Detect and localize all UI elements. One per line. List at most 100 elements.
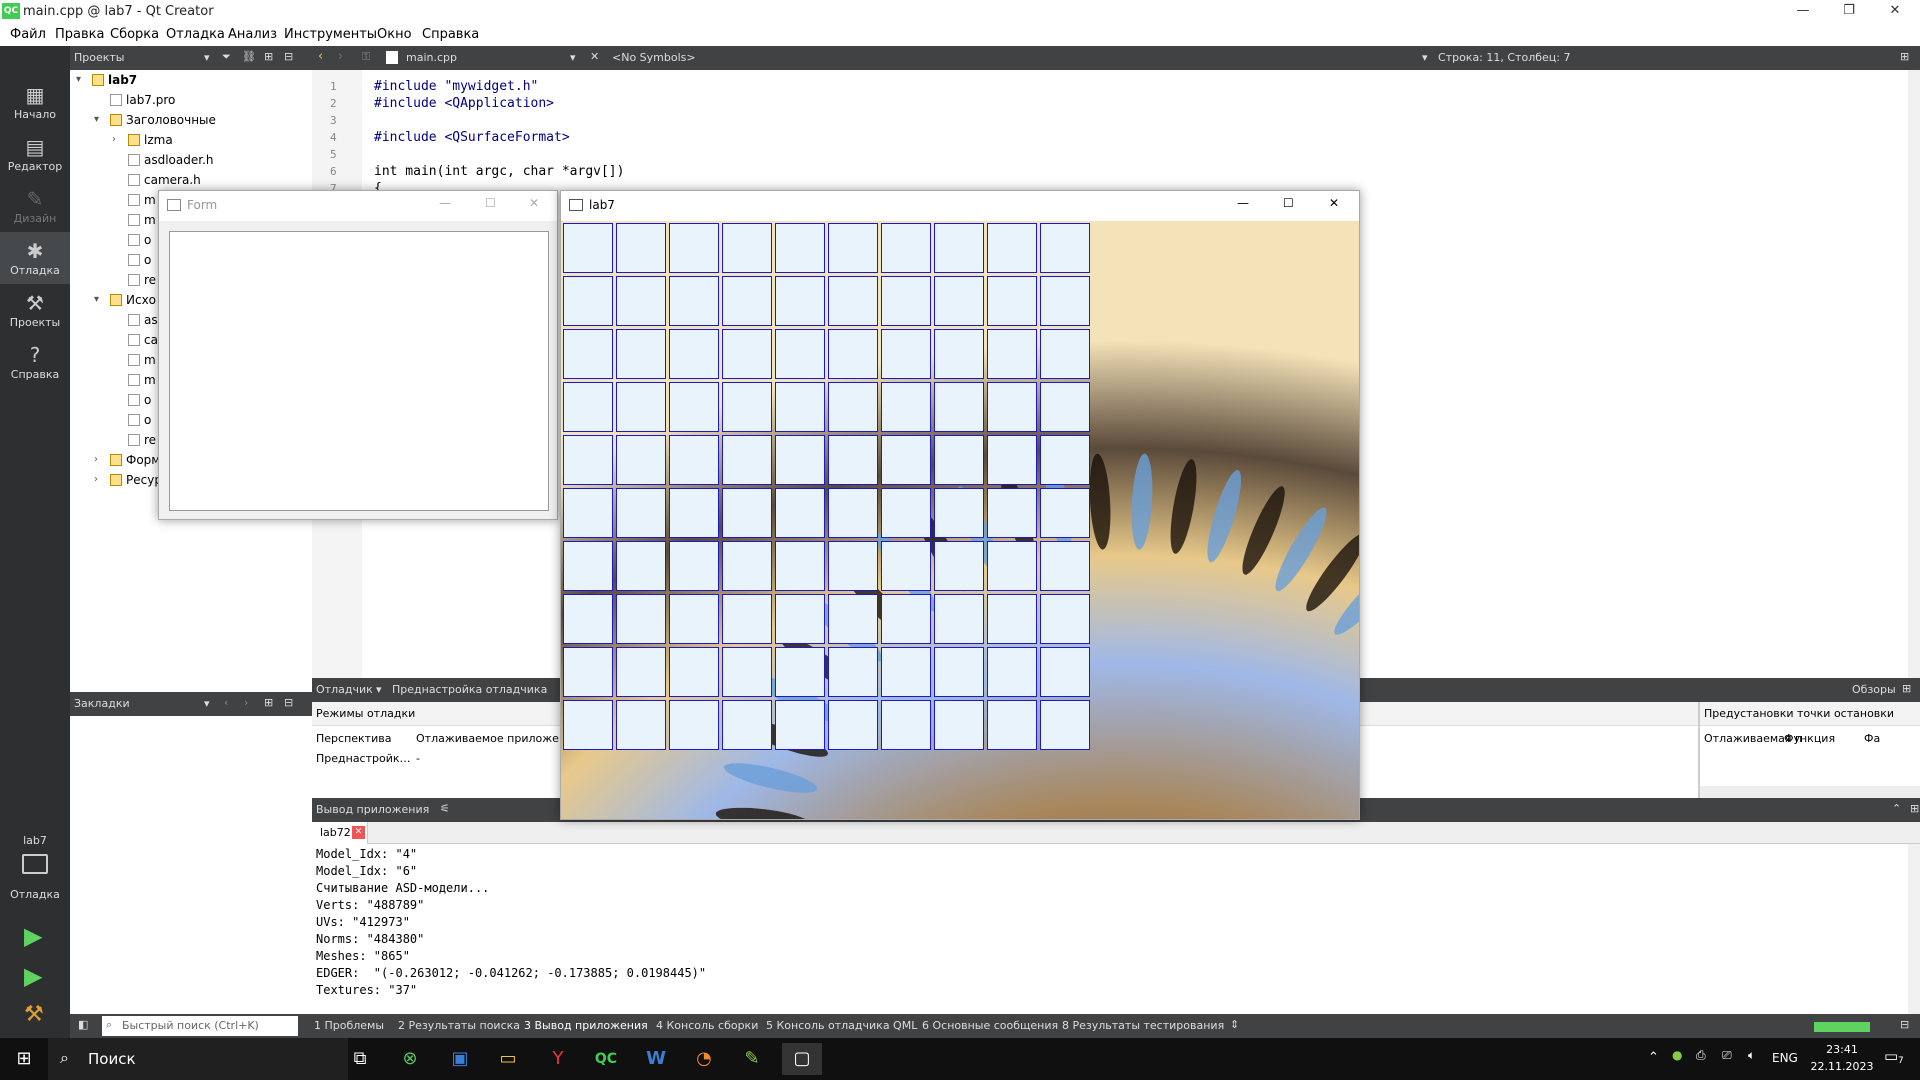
windows-start-icon[interactable]: ⊞ <box>4 1043 44 1075</box>
grid-tile[interactable] <box>616 435 666 485</box>
grid-tile[interactable] <box>616 276 666 326</box>
grid-tile[interactable] <box>934 488 984 538</box>
grid-tile[interactable] <box>828 223 878 273</box>
notepad-icon[interactable]: ✎ <box>732 1043 772 1075</box>
grid-tile[interactable] <box>616 223 666 273</box>
nav-back-icon[interactable]: ‹ <box>318 49 323 64</box>
tab-general-messages[interactable]: 6 Основные сообщения <box>922 1019 1058 1032</box>
grid-tile[interactable] <box>1040 276 1090 326</box>
grid-tile[interactable] <box>616 329 666 379</box>
grid-tile[interactable] <box>987 276 1037 326</box>
task-view-icon[interactable]: ⧉ <box>340 1043 380 1075</box>
language-indicator[interactable]: ENG <box>1772 1051 1798 1065</box>
grid-tile[interactable] <box>669 594 719 644</box>
grid-tile[interactable] <box>775 276 825 326</box>
grid-tile[interactable] <box>775 223 825 273</box>
tree-item[interactable]: ▾ Заголовочные <box>70 110 312 130</box>
target-selector-icon[interactable] <box>22 854 48 874</box>
grid-tile[interactable] <box>934 700 984 750</box>
menu-tools[interactable]: Инструменты <box>284 27 377 42</box>
chevron-down-icon[interactable]: ▾ <box>570 51 576 64</box>
split-icon[interactable]: ⊞ <box>1902 682 1911 695</box>
grid-tile[interactable] <box>828 435 878 485</box>
maximize-icon[interactable]: ☐ <box>485 196 496 210</box>
tab-test-results[interactable]: 8 Результаты тестирования <box>1062 1019 1224 1032</box>
tray-app-icon[interactable]: ● <box>1672 1048 1682 1062</box>
grid-tile[interactable] <box>828 594 878 644</box>
grid-tile[interactable] <box>563 541 613 591</box>
minimize-icon[interactable]: — <box>439 196 451 210</box>
maximize-button[interactable]: ❐ <box>1826 0 1872 24</box>
volume-icon[interactable]: 🔈︎ <box>1748 1048 1755 1063</box>
link-icon[interactable]: ⛓ <box>242 50 256 63</box>
blender-icon[interactable]: ◔ <box>684 1043 724 1075</box>
grid-tile[interactable] <box>669 647 719 697</box>
editor-scrollbar[interactable] <box>1908 70 1920 678</box>
grid-tile[interactable] <box>828 329 878 379</box>
tree-item[interactable]: ▾ lab7 <box>70 70 312 90</box>
grid-tile[interactable] <box>722 488 772 538</box>
grid-tile[interactable] <box>934 435 984 485</box>
minimize-button[interactable]: — <box>1780 0 1826 24</box>
grid-tile[interactable] <box>934 223 984 273</box>
menu-debug[interactable]: Отладка <box>166 27 225 42</box>
minimize-icon[interactable]: — <box>1237 196 1249 210</box>
collapse-icon[interactable]: ⌃ <box>1892 802 1901 815</box>
grid-tile[interactable] <box>722 223 772 273</box>
grid-tile[interactable] <box>616 541 666 591</box>
close-pane-icon[interactable]: ⊟ <box>284 50 293 63</box>
tab-lab72[interactable]: lab72 ✕ <box>312 822 368 844</box>
grid-tile[interactable] <box>934 541 984 591</box>
grid-tile[interactable] <box>616 488 666 538</box>
grid-tile[interactable] <box>563 276 613 326</box>
chevron-right-icon[interactable]: › <box>94 450 106 470</box>
grid-tile[interactable] <box>987 382 1037 432</box>
build-hammer-icon[interactable]: ⚒ <box>24 1002 44 1027</box>
grid-tile[interactable] <box>669 382 719 432</box>
quick-search-input[interactable]: ⌕ Быстрый поиск (Ctrl+K) <box>102 1016 298 1036</box>
debugger-preset[interactable]: Преднастройка отладчика <box>392 683 547 696</box>
explorer-icon[interactable]: ▭ <box>488 1043 528 1075</box>
tree-item[interactable]: lab7.pro <box>70 90 312 110</box>
close-icon[interactable]: ✕ <box>529 196 539 210</box>
menu-help[interactable]: Справка <box>422 27 479 42</box>
grid-tile[interactable] <box>669 223 719 273</box>
symbols-dropdown[interactable]: <No Symbols> <box>612 51 696 64</box>
close-button[interactable]: ✕ <box>1872 0 1918 24</box>
grid-tile[interactable] <box>722 329 772 379</box>
grid-tile[interactable] <box>563 382 613 432</box>
grid-tile[interactable] <box>828 700 878 750</box>
lab7-task-icon[interactable]: ▢ <box>782 1043 822 1075</box>
tray-camera-icon[interactable]: ⎙ <box>1696 1048 1706 1063</box>
toggle-progress-icon[interactable]: ⊟ <box>1900 1018 1909 1031</box>
tree-item[interactable]: › lzma <box>70 130 312 150</box>
grid-tile[interactable] <box>722 700 772 750</box>
close-icon[interactable]: ✕ <box>1329 196 1339 210</box>
chevron-down-icon[interactable]: ▾ <box>94 110 106 130</box>
chevron-right-icon[interactable]: › <box>112 130 124 150</box>
network-icon[interactable]: ⎚ <box>1722 1048 1732 1063</box>
grid-tile[interactable] <box>563 488 613 538</box>
grid-tile[interactable] <box>934 647 984 697</box>
powershell-icon[interactable]: ▣ <box>440 1043 480 1075</box>
grid-tile[interactable] <box>616 594 666 644</box>
grid-tile[interactable] <box>722 276 772 326</box>
tab-compile-output[interactable]: 4 Консоль сборки <box>656 1019 758 1032</box>
grid-tile[interactable] <box>1040 541 1090 591</box>
grid-tile[interactable] <box>881 700 931 750</box>
mode-help[interactable]: ? Справка <box>0 336 70 388</box>
tree-item[interactable]: camera.h <box>70 170 312 190</box>
split-icon[interactable]: ⊞ <box>1900 50 1909 63</box>
grid-tile[interactable] <box>669 435 719 485</box>
grid-tile[interactable] <box>828 382 878 432</box>
clock-date[interactable]: 22.11.2023 <box>1808 1060 1876 1073</box>
grid-tile[interactable] <box>775 488 825 538</box>
chevron-down-icon[interactable]: ▾ <box>76 70 88 90</box>
clear-icon[interactable]: ⚟ <box>440 802 450 815</box>
grid-tile[interactable] <box>563 329 613 379</box>
grid-tile[interactable] <box>775 700 825 750</box>
grid-tile[interactable] <box>722 594 772 644</box>
more-tabs-icon[interactable]: ⇕ <box>1230 1018 1239 1031</box>
code-line[interactable]: #include <QSurfaceFormat> <box>374 129 570 146</box>
filter-icon[interactable]: ⏷ <box>222 50 231 64</box>
